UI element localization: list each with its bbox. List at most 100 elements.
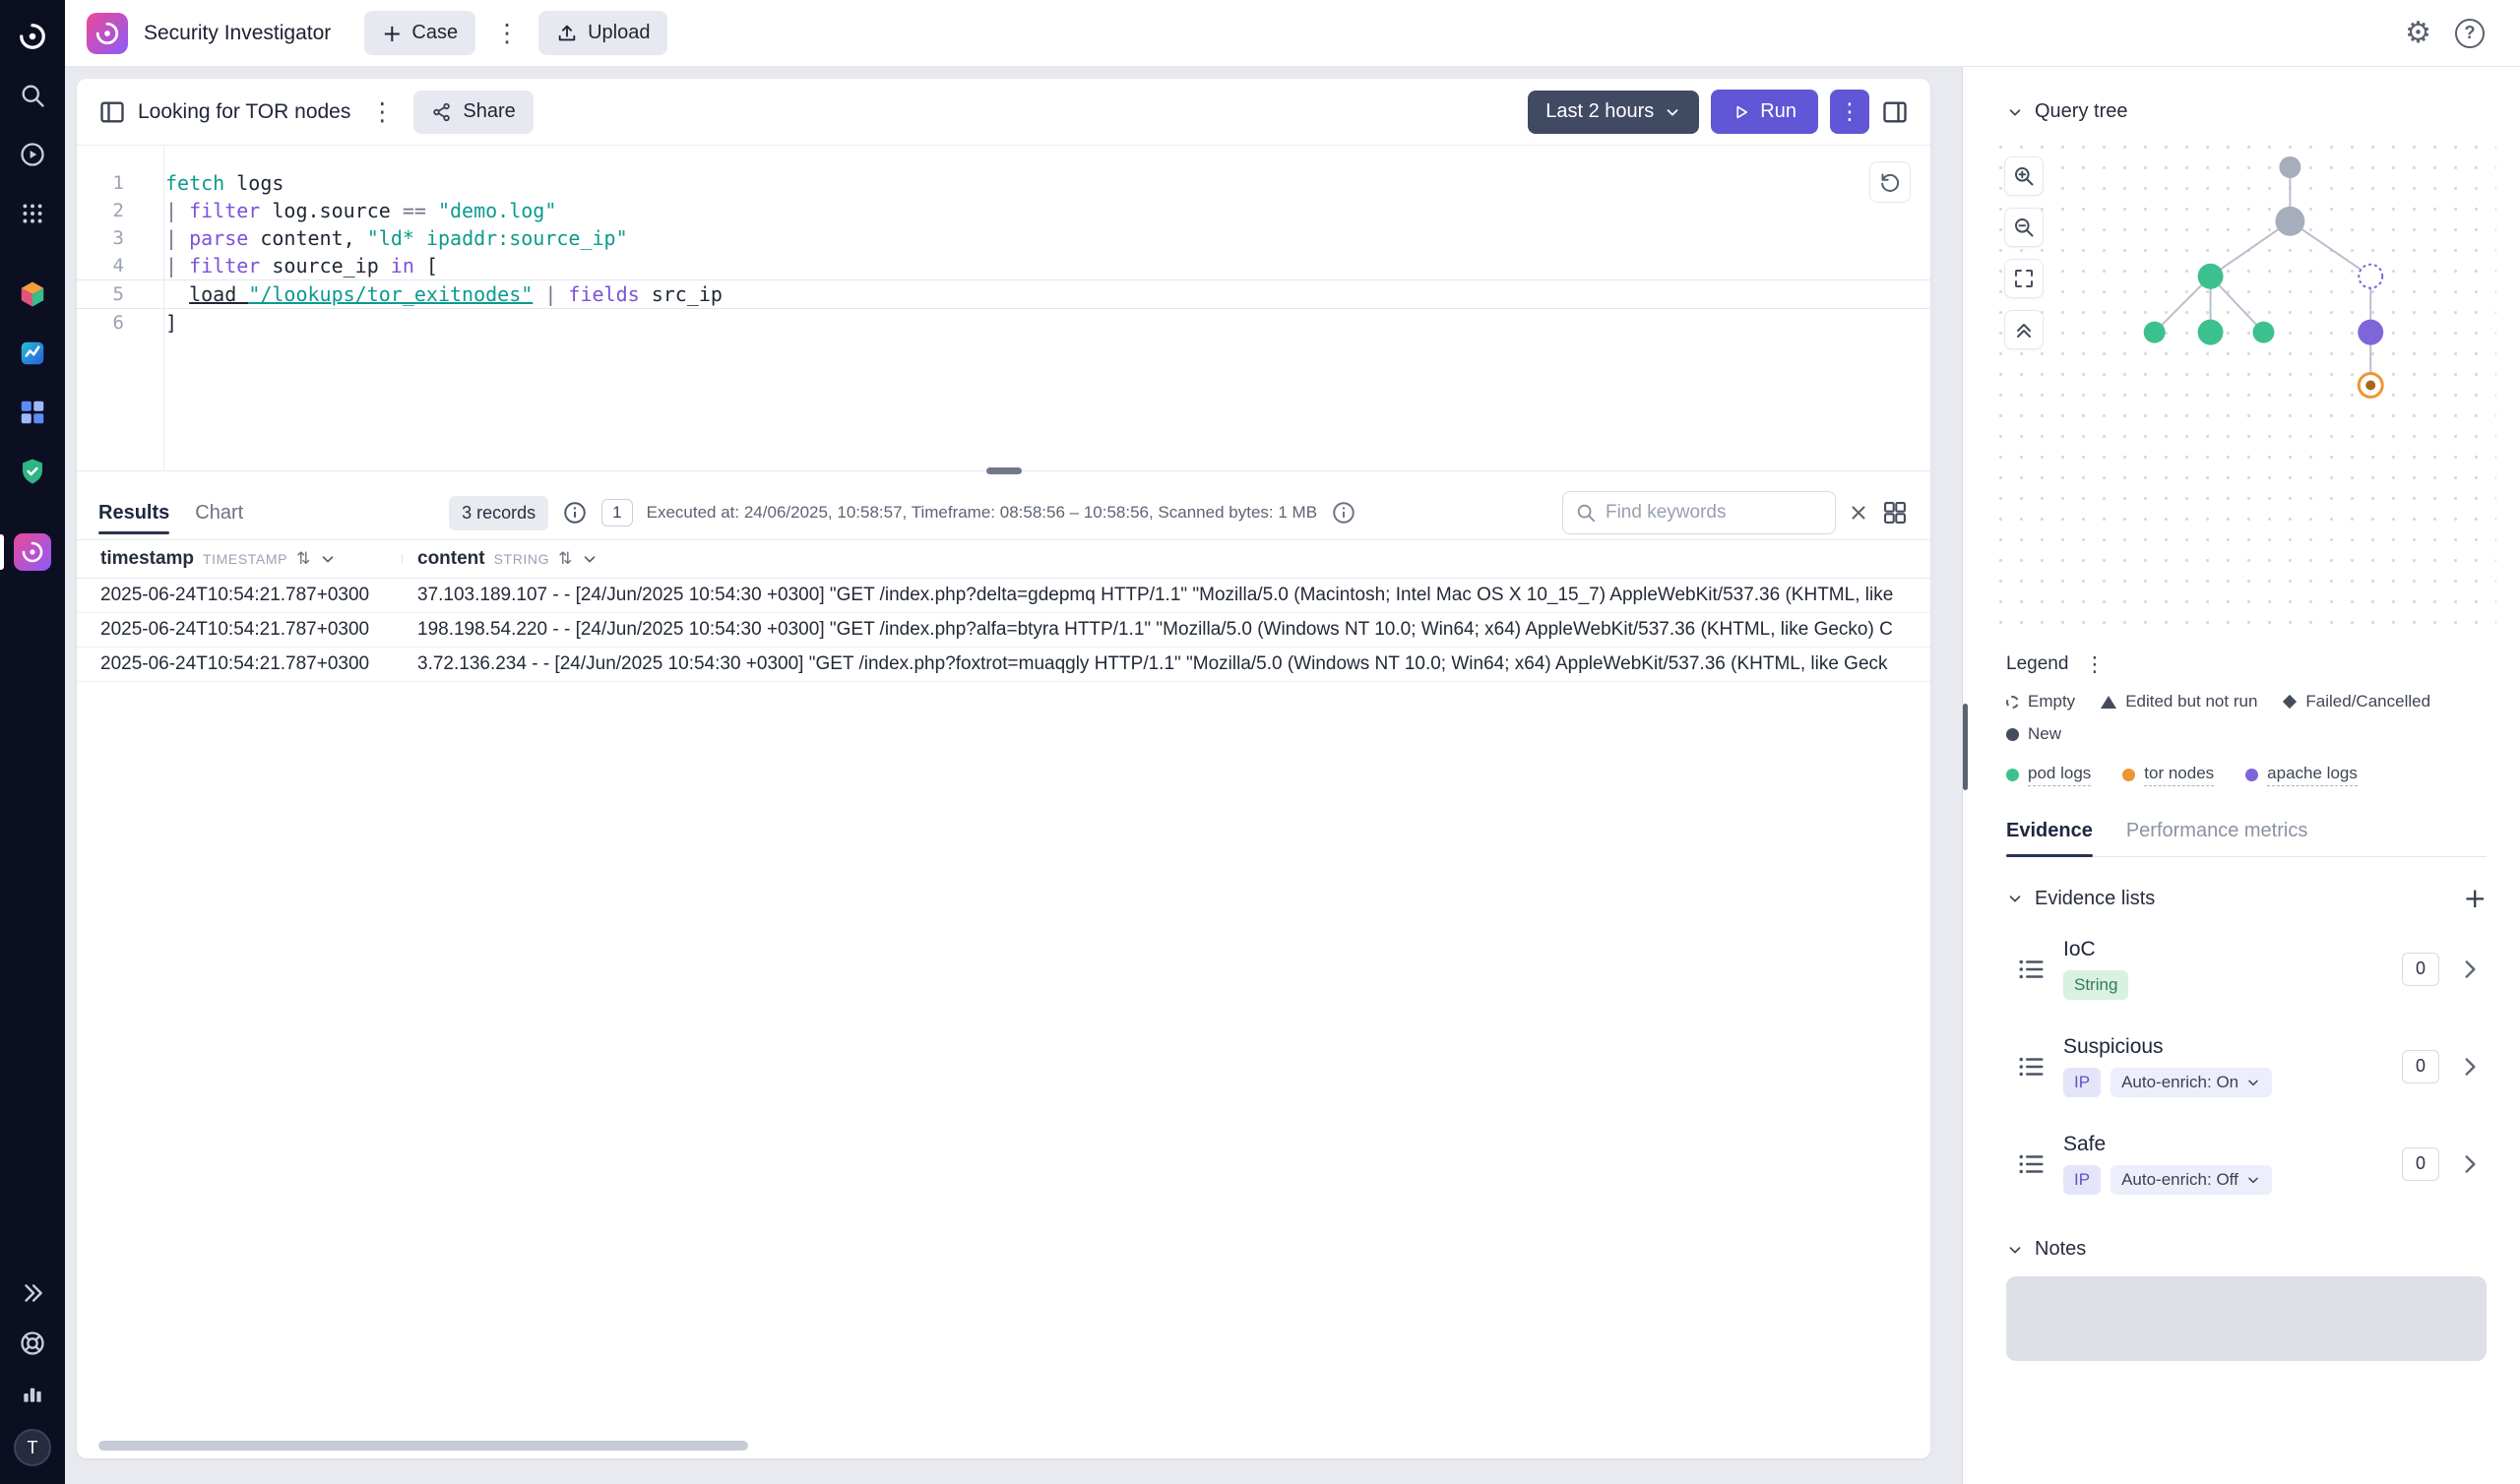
usage-chart-icon[interactable] xyxy=(12,1373,53,1414)
legend-source[interactable]: tor nodes xyxy=(2122,764,2214,786)
query-tree-graph[interactable] xyxy=(1990,137,2496,629)
legend-menu-kebab-icon[interactable]: ⋮ xyxy=(2084,652,2105,676)
code-line[interactable]: 6] xyxy=(77,309,1930,337)
app-siem-icon[interactable] xyxy=(12,451,53,492)
upload-button[interactable]: Upload xyxy=(538,11,667,55)
find-keywords-input[interactable] xyxy=(1606,502,1823,524)
code-line[interactable]: 4| filter source_ip in [ xyxy=(77,252,1930,279)
code-line[interactable]: 3| parse content, "ld* ipaddr:source_ip" xyxy=(77,224,1930,252)
code-line[interactable]: 2| filter log.source == "demo.log" xyxy=(77,197,1930,224)
content-cell: 37.103.189.107 - - [24/Jun/2025 10:54:30… xyxy=(402,585,1930,606)
splitter-handle[interactable] xyxy=(986,467,1022,474)
tree-node-gray[interactable] xyxy=(2275,207,2304,236)
code-lines: 1fetch logs2| filter log.source == "demo… xyxy=(77,169,1930,337)
zoom-in-icon[interactable] xyxy=(2004,156,2044,196)
collapse-tree-icon[interactable] xyxy=(2004,310,2044,349)
app-analytics-icon[interactable] xyxy=(12,333,53,374)
source-label: tor nodes xyxy=(2144,764,2214,786)
share-button[interactable]: Share xyxy=(413,91,533,134)
legend-label: New xyxy=(2028,724,2061,744)
auto-enrich-toggle[interactable]: Auto-enrich: On xyxy=(2110,1068,2272,1097)
add-evidence-list-icon[interactable]: + xyxy=(2464,885,2487,912)
avatar[interactable]: T xyxy=(14,1429,51,1466)
run-menu-kebab-icon[interactable]: ⋮ xyxy=(1830,90,1869,134)
chevron-down-icon[interactable] xyxy=(581,550,598,568)
column-header-timestamp[interactable]: timestamp TIMESTAMP ⇅ xyxy=(77,548,402,570)
app-security-investigator-icon[interactable] xyxy=(12,531,53,573)
table-row[interactable]: 2025-06-24T10:54:21.787+03003.72.136.234… xyxy=(77,648,1930,682)
chevron-right-icon[interactable] xyxy=(2457,1151,2483,1177)
chevron-right-icon[interactable] xyxy=(2457,957,2483,982)
query-info-icon[interactable] xyxy=(562,500,588,526)
column-header-content[interactable]: content STRING ⇅ xyxy=(402,548,1930,570)
tab-results[interactable]: Results xyxy=(98,486,169,539)
settings-gear-icon[interactable]: ⚙ xyxy=(2405,19,2431,48)
getting-started-icon[interactable] xyxy=(12,134,53,175)
auto-enrich-toggle[interactable]: Auto-enrich: Off xyxy=(2110,1165,2272,1195)
code-line[interactable]: 5 load "/lookups/tor_exitnodes" | fields… xyxy=(77,279,1930,309)
query-title: Looking for TOR nodes xyxy=(138,100,350,124)
evidence-list-safe[interactable]: SafeIPAuto-enrich: Off0 xyxy=(2006,1119,2487,1208)
query-tree-canvas[interactable] xyxy=(1990,137,2496,629)
investigation-panel-icon[interactable] xyxy=(98,98,126,126)
app-dashboards-icon[interactable] xyxy=(12,392,53,433)
execution-info-icon[interactable] xyxy=(1331,500,1356,526)
tree-node-green[interactable] xyxy=(2252,322,2274,343)
evidence-badges: IPAuto-enrich: On xyxy=(2063,1068,2384,1097)
tab-chart[interactable]: Chart xyxy=(195,486,243,539)
find-keywords-box[interactable] xyxy=(1562,491,1836,534)
notes-input[interactable] xyxy=(2006,1276,2487,1361)
time-range-select[interactable]: Last 2 hours xyxy=(1528,91,1699,134)
table-row[interactable]: 2025-06-24T10:54:21.787+030037.103.189.1… xyxy=(77,579,1930,613)
timestamp-cell: 2025-06-24T10:54:21.787+0300 xyxy=(77,619,402,641)
tab-performance-metrics[interactable]: Performance metrics xyxy=(2126,806,2308,856)
query-editor[interactable]: 1fetch logs2| filter log.source == "demo… xyxy=(77,146,1930,470)
evidence-body: IoCString xyxy=(2063,938,2384,1000)
product-logo-icon[interactable] xyxy=(12,16,53,57)
code-line[interactable]: 1fetch logs xyxy=(77,169,1930,197)
case-menu-kebab-icon[interactable]: ⋮ xyxy=(487,13,527,54)
expand-sidebar-icon[interactable] xyxy=(12,1272,53,1314)
apps-grid-icon[interactable] xyxy=(12,193,53,234)
sort-icon[interactable]: ⇅ xyxy=(558,549,572,569)
tree-node-green[interactable] xyxy=(2198,320,2224,345)
tree-node-selected[interactable] xyxy=(2359,374,2382,398)
column-layout-icon[interactable] xyxy=(1881,499,1909,526)
clear-search-icon[interactable] xyxy=(1848,502,1869,524)
panel-scrollbar-thumb[interactable] xyxy=(1963,704,1968,790)
tree-node-gray[interactable] xyxy=(2279,156,2300,178)
tree-node-empty[interactable] xyxy=(2359,265,2382,288)
legend-source[interactable]: apache logs xyxy=(2245,764,2358,786)
tree-node-green[interactable] xyxy=(2144,322,2166,343)
tab-evidence[interactable]: Evidence xyxy=(2006,806,2093,856)
new-case-button[interactable]: +Case xyxy=(364,11,475,55)
zoom-out-icon[interactable] xyxy=(2004,208,2044,247)
reset-query-icon[interactable] xyxy=(1869,161,1911,203)
evidence-list-ioc[interactable]: IoCString0 xyxy=(2006,924,2487,1014)
tree-node-green[interactable] xyxy=(2198,264,2224,289)
query-menu-kebab-icon[interactable]: ⋮ xyxy=(362,92,402,133)
search-icon xyxy=(1575,502,1597,524)
chevron-down-icon[interactable] xyxy=(319,550,337,568)
help-icon[interactable]: ? xyxy=(2455,19,2485,48)
info-count-badge[interactable]: 1 xyxy=(601,499,632,526)
evidence-list-suspicious[interactable]: SuspiciousIPAuto-enrich: On0 xyxy=(2006,1021,2487,1111)
toggle-right-panel-icon[interactable] xyxy=(1881,98,1909,126)
notes-header[interactable]: Notes xyxy=(2006,1238,2487,1261)
search-icon[interactable] xyxy=(12,75,53,116)
support-icon[interactable] xyxy=(12,1323,53,1364)
sort-icon[interactable]: ⇅ xyxy=(296,549,310,569)
chevron-right-icon[interactable] xyxy=(2457,1054,2483,1080)
app-observability-icon[interactable] xyxy=(12,274,53,315)
table-body: 2025-06-24T10:54:21.787+030037.103.189.1… xyxy=(77,579,1930,682)
fit-view-icon[interactable] xyxy=(2004,259,2044,298)
evidence-lists-header[interactable]: Evidence lists + xyxy=(2006,885,2487,912)
tree-node-purple[interactable] xyxy=(2358,320,2383,345)
run-button[interactable]: Run xyxy=(1711,90,1818,134)
legend-source[interactable]: pod logs xyxy=(2006,764,2091,786)
horizontal-scrollbar[interactable] xyxy=(98,1441,748,1451)
evidence-badges: IPAuto-enrich: Off xyxy=(2063,1165,2384,1195)
query-tree-header[interactable]: Query tree xyxy=(2006,100,2487,123)
list-icon xyxy=(2016,1149,2046,1179)
table-row[interactable]: 2025-06-24T10:54:21.787+0300198.198.54.2… xyxy=(77,613,1930,648)
